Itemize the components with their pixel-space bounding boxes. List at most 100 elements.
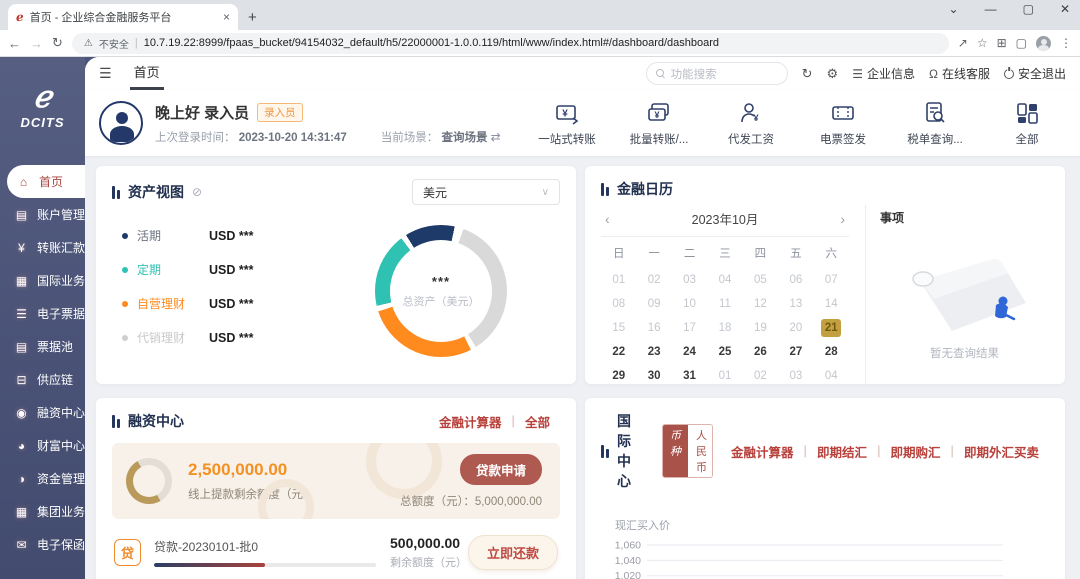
- calendar-day[interactable]: 07: [814, 271, 849, 289]
- all-link[interactable]: 全部: [515, 412, 560, 431]
- window-minimize-icon[interactable]: —: [985, 2, 997, 16]
- remaining-quota-label: 线上提款剩余额度（元）: [188, 486, 315, 502]
- quick-action-eticket-issue[interactable]: 电票签发: [812, 100, 874, 147]
- spot-fx-trade-link[interactable]: 即期外汇买卖: [954, 442, 1049, 461]
- bookmark-star-icon[interactable]: ☆: [977, 36, 988, 50]
- calendar-day[interactable]: 02: [636, 271, 671, 289]
- calendar-day[interactable]: 10: [672, 295, 707, 313]
- back-icon[interactable]: ←: [8, 36, 21, 51]
- calendar-day[interactable]: 13: [778, 295, 813, 313]
- calendar-day[interactable]: 22: [601, 343, 636, 361]
- calendar-day[interactable]: 06: [778, 271, 813, 289]
- sidebar-item-financing[interactable]: ◉融资中心: [0, 396, 85, 429]
- sidebar-item-funds[interactable]: ◑资金管理: [0, 462, 85, 495]
- currency-select[interactable]: 美元 ∨: [412, 179, 560, 205]
- sidebar-item-home[interactable]: ⌂首页: [7, 165, 85, 198]
- sidebar-item-transfer[interactable]: ¥转账汇款: [0, 231, 85, 264]
- calendar-day[interactable]: 14: [814, 295, 849, 313]
- quick-action-all[interactable]: 全部: [996, 100, 1058, 147]
- calendar-day[interactable]: 26: [743, 343, 778, 361]
- calendar-day[interactable]: 04: [814, 367, 849, 385]
- calendar-day[interactable]: 16: [636, 319, 671, 337]
- calendar-day[interactable]: 29: [601, 367, 636, 385]
- spot-purchase-link[interactable]: 即期购汇: [880, 442, 950, 461]
- currency-type-select[interactable]: 币种 人民币∨: [662, 424, 713, 478]
- calendar-day[interactable]: 17: [672, 319, 707, 337]
- quick-action-tax-query[interactable]: 税单查询...: [904, 100, 966, 147]
- financial-calculator-link[interactable]: 金融计算器: [429, 412, 512, 431]
- calendar-day[interactable]: 28: [814, 343, 849, 361]
- calendar-day[interactable]: 01: [707, 367, 742, 385]
- scene-switch-icon[interactable]: ⇄: [491, 130, 501, 144]
- calendar-day[interactable]: 25: [707, 343, 742, 361]
- calendar-prev-icon[interactable]: ‹: [605, 211, 625, 227]
- calendar-day[interactable]: 23: [636, 343, 671, 361]
- browser-menu-icon[interactable]: ⋮: [1060, 36, 1072, 50]
- total-quota: 总额度（元）：5,000,000.00: [400, 493, 542, 509]
- extensions-icon[interactable]: ⊞: [997, 36, 1007, 50]
- calendar-day[interactable]: 02: [743, 367, 778, 385]
- refresh-icon[interactable]: ↻: [802, 66, 813, 82]
- theme-skin-icon[interactable]: ⚙: [827, 66, 839, 82]
- loan-name: 贷款-20230101-批0: [154, 538, 376, 555]
- quick-action-one-stop-transfer[interactable]: ¥ 一站式转账: [536, 100, 598, 147]
- quick-action-payroll[interactable]: ¥ 代发工资: [720, 100, 782, 147]
- new-tab-button[interactable]: +: [248, 9, 257, 30]
- calendar-day[interactable]: 11: [707, 295, 742, 313]
- calendar-day[interactable]: 03: [672, 271, 707, 289]
- browser-tab[interactable]: ℯ 首页 - 企业综合金融服务平台 ×: [8, 4, 238, 30]
- calendar-day[interactable]: 12: [743, 295, 778, 313]
- calendar-days[interactable]: 0102030405060708091011121314151617181920…: [601, 271, 849, 385]
- online-service-link[interactable]: Ω 在线客服: [929, 65, 990, 82]
- safe-exit-link[interactable]: 安全退出: [1004, 65, 1066, 82]
- enterprise-info-link[interactable]: ☰ 企业信息: [852, 65, 915, 82]
- forward-icon[interactable]: →: [30, 36, 43, 51]
- sidebar-item-bill-pool[interactable]: ▤票据池: [0, 330, 85, 363]
- calendar-day-selected[interactable]: 21: [821, 319, 841, 337]
- sidebar-item-e-guarantee[interactable]: ✉电子保函: [0, 528, 85, 561]
- loan-apply-button[interactable]: 贷款申请: [460, 454, 542, 485]
- calendar-day[interactable]: 20: [778, 319, 813, 337]
- repay-now-button[interactable]: 立即还款: [468, 535, 558, 570]
- reload-icon[interactable]: ↻: [52, 35, 63, 51]
- calendar-day[interactable]: 15: [601, 319, 636, 337]
- calendar-day[interactable]: 27: [778, 343, 813, 361]
- calendar-day[interactable]: 08: [601, 295, 636, 313]
- calendar-day[interactable]: 18: [707, 319, 742, 337]
- calendar-day[interactable]: 19: [743, 319, 778, 337]
- window-close-icon[interactable]: ✕: [1060, 2, 1070, 16]
- browser-toolbar: ← → ↻ ⚠ 不安全 | 10.7.19.22:8999/fpaas_buck…: [0, 30, 1080, 57]
- calendar-day[interactable]: 04: [707, 271, 742, 289]
- window-maximize-icon[interactable]: ▢: [1023, 2, 1034, 16]
- eye-off-icon[interactable]: ⊘: [192, 185, 202, 199]
- sidebar-item-supply-chain[interactable]: ⊟供应链: [0, 363, 85, 396]
- sidebar-item-group[interactable]: ▦集团业务: [0, 495, 85, 528]
- calendar-day[interactable]: 31: [672, 367, 707, 385]
- legend-value: USD ***: [209, 263, 253, 277]
- calendar-day[interactable]: 09: [636, 295, 671, 313]
- security-warning-icon[interactable]: ⚠: [84, 38, 93, 49]
- side-panel-icon[interactable]: ▢: [1016, 36, 1027, 50]
- calendar-day[interactable]: 05: [743, 271, 778, 289]
- address-bar[interactable]: ⚠ 不安全 | 10.7.19.22:8999/fpaas_bucket/941…: [72, 33, 949, 54]
- calendar-day[interactable]: 30: [636, 367, 671, 385]
- menu-collapse-icon[interactable]: ☰: [99, 65, 112, 82]
- calendar-day[interactable]: 24: [672, 343, 707, 361]
- calendar-day[interactable]: 01: [601, 271, 636, 289]
- browser-profile-avatar[interactable]: [1036, 36, 1051, 51]
- tab-close-icon[interactable]: ×: [223, 10, 230, 24]
- sidebar-item-e-bills[interactable]: ☰电子票据: [0, 297, 85, 330]
- sidebar-item-accounts[interactable]: ▤账户管理: [0, 198, 85, 231]
- page-tab-home[interactable]: 首页: [122, 57, 172, 90]
- quick-action-batch-transfer[interactable]: ¥ 批量转账/...: [628, 100, 690, 147]
- calendar-next-icon[interactable]: ›: [825, 211, 845, 227]
- sidebar-item-wealth[interactable]: ◕财富中心: [0, 429, 85, 462]
- calendar-day[interactable]: 03: [778, 367, 813, 385]
- loan-progress-bar: [154, 563, 376, 567]
- intl-calculator-link[interactable]: 金融计算器: [721, 442, 804, 461]
- window-restore-icon[interactable]: ⌄: [949, 2, 959, 16]
- share-icon[interactable]: ↗: [958, 36, 968, 50]
- spot-settlement-link[interactable]: 即期结汇: [807, 442, 877, 461]
- sidebar-item-international[interactable]: ▦国际业务: [0, 264, 85, 297]
- function-search-input[interactable]: 功能搜索: [646, 62, 788, 85]
